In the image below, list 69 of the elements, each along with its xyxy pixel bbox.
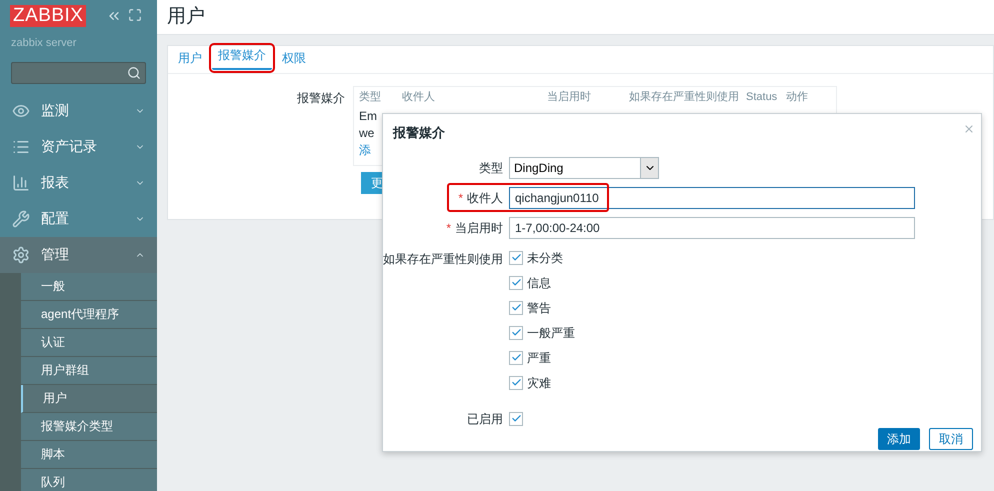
checkbox[interactable]	[509, 250, 523, 264]
checkbox-label: 灾难	[527, 374, 551, 392]
page-title: 用户	[167, 4, 205, 29]
tab[interactable]: 权限	[280, 49, 308, 73]
cancel-button[interactable]: 取消	[929, 428, 973, 450]
tab[interactable]: 用户	[176, 49, 204, 73]
tab[interactable]: 报警媒介	[212, 46, 272, 70]
submenu-item[interactable]: agent代理程序	[21, 300, 157, 328]
check-icon	[510, 352, 522, 363]
checkbox-label: 严重	[527, 350, 551, 366]
checkbox-label: 警告	[527, 300, 551, 316]
field-label: 类型	[478, 160, 503, 176]
check-icon	[510, 277, 522, 288]
submenu-item[interactable]: 一般	[21, 272, 157, 300]
table-cell: we	[359, 126, 374, 140]
gear-icon	[12, 246, 30, 264]
submenu-item[interactable]: 认证	[21, 328, 157, 356]
checkbox[interactable]	[509, 350, 523, 364]
check-icon	[510, 377, 522, 388]
column-header: 收件人	[402, 90, 435, 103]
field-label: 已启用	[466, 410, 503, 428]
field-label: 报警媒介	[296, 90, 346, 107]
menu-item[interactable]: 资产记录	[0, 128, 157, 164]
column-header: 如果存在严重性则使用	[629, 90, 739, 103]
menu-item[interactable]: 监测	[0, 92, 157, 128]
dialog-title: 报警媒介	[393, 124, 445, 142]
column-header: Status	[746, 90, 778, 103]
checkbox-label: 一般严重	[527, 324, 575, 342]
checkbox[interactable]	[509, 300, 523, 314]
check-icon	[510, 302, 522, 313]
server-name: zabbix server	[10, 36, 78, 51]
required-mark: *	[446, 220, 451, 236]
submenu-item[interactable]: 用户群组	[21, 356, 157, 384]
submenu-item[interactable]: 脚本	[21, 440, 157, 468]
close-icon[interactable]	[963, 123, 975, 135]
column-header: 当启用时	[547, 90, 591, 103]
checkbox[interactable]	[509, 376, 523, 390]
column-header: 类型	[359, 90, 381, 103]
checkbox[interactable]	[509, 276, 523, 290]
checkbox[interactable]	[509, 326, 523, 340]
add-button[interactable]: 添加	[878, 428, 920, 450]
wrench-icon	[12, 210, 30, 228]
column-header: 动作	[786, 90, 808, 103]
search-field[interactable]	[11, 62, 146, 84]
required-mark: *	[458, 190, 463, 206]
submenu-item[interactable]: 报警媒介类型	[21, 412, 157, 440]
text-field[interactable]: qichangjun0110	[509, 186, 915, 208]
submenu-item[interactable]: 用户	[21, 384, 157, 412]
check-icon	[510, 413, 522, 424]
checkbox-label: 未分类	[527, 250, 563, 266]
search-icon[interactable]	[127, 66, 141, 80]
logo: ZABBIX	[10, 5, 86, 27]
field-label: 收件人	[467, 190, 503, 206]
submenu-item[interactable]: 队列	[21, 468, 157, 491]
checkbox[interactable]	[509, 412, 523, 426]
add-link[interactable]: 添	[359, 143, 371, 157]
type-select[interactable]: DingDing	[509, 156, 659, 178]
table-cell: Em	[359, 109, 377, 123]
text-field[interactable]: 1-7,00:00-24:00	[509, 216, 915, 238]
check-icon	[510, 252, 522, 263]
menu-item[interactable]: 配置	[0, 200, 157, 236]
fullscreen-icon[interactable]	[128, 8, 142, 22]
check-icon	[510, 327, 522, 338]
bar-chart-icon	[12, 174, 30, 192]
menu-item[interactable]: 管理	[0, 236, 157, 272]
checkbox-label: 信息	[527, 274, 551, 292]
field-label: 当启用时	[455, 220, 503, 236]
menu-item[interactable]: 报表	[0, 164, 157, 200]
field-label: 如果存在严重性则使用	[383, 250, 503, 268]
